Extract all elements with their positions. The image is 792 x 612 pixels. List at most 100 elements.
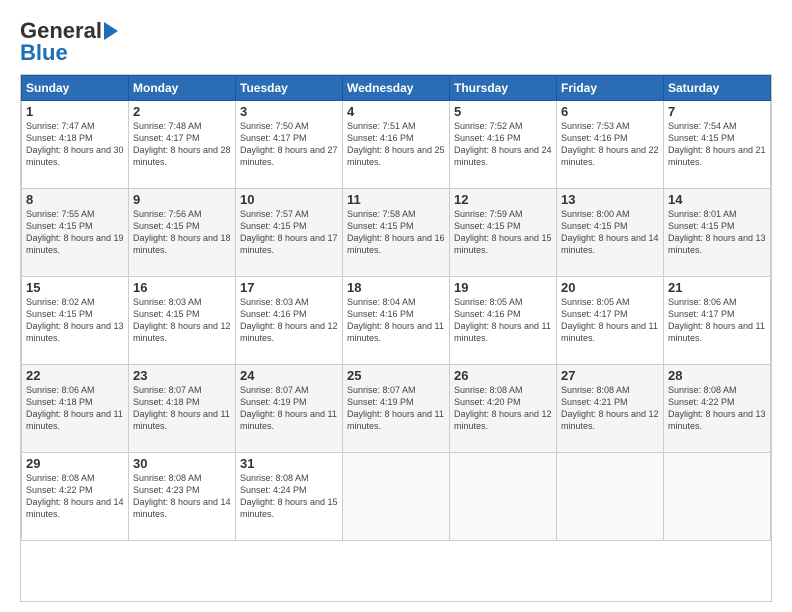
calendar-cell-8: 8 Sunrise: 7:55 AM Sunset: 4:15 PM Dayli… bbox=[22, 189, 129, 277]
calendar-cell-21: 21 Sunrise: 8:06 AM Sunset: 4:17 PM Dayl… bbox=[664, 277, 771, 365]
calendar-week-4: 22 Sunrise: 8:06 AM Sunset: 4:18 PM Dayl… bbox=[22, 365, 771, 453]
day-number: 22 bbox=[26, 368, 124, 383]
day-info: Sunrise: 7:58 AM Sunset: 4:15 PM Dayligh… bbox=[347, 208, 445, 257]
day-info: Sunrise: 7:50 AM Sunset: 4:17 PM Dayligh… bbox=[240, 120, 338, 169]
day-info: Sunrise: 8:06 AM Sunset: 4:17 PM Dayligh… bbox=[668, 296, 766, 345]
calendar-cell-26: 26 Sunrise: 8:08 AM Sunset: 4:20 PM Dayl… bbox=[450, 365, 557, 453]
day-number: 28 bbox=[668, 368, 766, 383]
day-info: Sunrise: 8:00 AM Sunset: 4:15 PM Dayligh… bbox=[561, 208, 659, 257]
day-number: 12 bbox=[454, 192, 552, 207]
logo-blue: Blue bbox=[20, 40, 68, 66]
day-number: 8 bbox=[26, 192, 124, 207]
calendar-cell-6: 6 Sunrise: 7:53 AM Sunset: 4:16 PM Dayli… bbox=[557, 101, 664, 189]
day-info: Sunrise: 8:04 AM Sunset: 4:16 PM Dayligh… bbox=[347, 296, 445, 345]
calendar-cell-3: 3 Sunrise: 7:50 AM Sunset: 4:17 PM Dayli… bbox=[236, 101, 343, 189]
calendar-cell-10: 10 Sunrise: 7:57 AM Sunset: 4:15 PM Dayl… bbox=[236, 189, 343, 277]
header-thursday: Thursday bbox=[450, 76, 557, 101]
calendar-week-5: 29 Sunrise: 8:08 AM Sunset: 4:22 PM Dayl… bbox=[22, 453, 771, 541]
calendar-cell-14: 14 Sunrise: 8:01 AM Sunset: 4:15 PM Dayl… bbox=[664, 189, 771, 277]
day-number: 31 bbox=[240, 456, 338, 471]
calendar-cell-23: 23 Sunrise: 8:07 AM Sunset: 4:18 PM Dayl… bbox=[129, 365, 236, 453]
day-info: Sunrise: 7:56 AM Sunset: 4:15 PM Dayligh… bbox=[133, 208, 231, 257]
calendar-cell-18: 18 Sunrise: 8:04 AM Sunset: 4:16 PM Dayl… bbox=[343, 277, 450, 365]
calendar-cell-7: 7 Sunrise: 7:54 AM Sunset: 4:15 PM Dayli… bbox=[664, 101, 771, 189]
day-number: 9 bbox=[133, 192, 231, 207]
logo: General Blue bbox=[20, 18, 118, 66]
empty-cell bbox=[343, 453, 450, 541]
day-number: 21 bbox=[668, 280, 766, 295]
header-monday: Monday bbox=[129, 76, 236, 101]
day-number: 7 bbox=[668, 104, 766, 119]
empty-cell bbox=[664, 453, 771, 541]
calendar-cell-1: 1 Sunrise: 7:47 AM Sunset: 4:18 PM Dayli… bbox=[22, 101, 129, 189]
day-number: 15 bbox=[26, 280, 124, 295]
day-info: Sunrise: 7:52 AM Sunset: 4:16 PM Dayligh… bbox=[454, 120, 552, 169]
day-number: 24 bbox=[240, 368, 338, 383]
calendar-cell-28: 28 Sunrise: 8:08 AM Sunset: 4:22 PM Dayl… bbox=[664, 365, 771, 453]
header-friday: Friday bbox=[557, 76, 664, 101]
calendar-cell-25: 25 Sunrise: 8:07 AM Sunset: 4:19 PM Dayl… bbox=[343, 365, 450, 453]
day-info: Sunrise: 7:54 AM Sunset: 4:15 PM Dayligh… bbox=[668, 120, 766, 169]
calendar-cell-4: 4 Sunrise: 7:51 AM Sunset: 4:16 PM Dayli… bbox=[343, 101, 450, 189]
day-number: 18 bbox=[347, 280, 445, 295]
calendar: Sunday Monday Tuesday Wednesday Thursday… bbox=[20, 74, 772, 602]
calendar-cell-12: 12 Sunrise: 7:59 AM Sunset: 4:15 PM Dayl… bbox=[450, 189, 557, 277]
header-saturday: Saturday bbox=[664, 76, 771, 101]
empty-cell bbox=[557, 453, 664, 541]
day-info: Sunrise: 8:05 AM Sunset: 4:17 PM Dayligh… bbox=[561, 296, 659, 345]
day-info: Sunrise: 8:08 AM Sunset: 4:24 PM Dayligh… bbox=[240, 472, 338, 521]
day-number: 6 bbox=[561, 104, 659, 119]
day-number: 30 bbox=[133, 456, 231, 471]
day-info: Sunrise: 7:51 AM Sunset: 4:16 PM Dayligh… bbox=[347, 120, 445, 169]
day-info: Sunrise: 7:48 AM Sunset: 4:17 PM Dayligh… bbox=[133, 120, 231, 169]
day-number: 11 bbox=[347, 192, 445, 207]
day-info: Sunrise: 7:59 AM Sunset: 4:15 PM Dayligh… bbox=[454, 208, 552, 257]
header: General Blue bbox=[20, 18, 772, 66]
day-info: Sunrise: 8:08 AM Sunset: 4:22 PM Dayligh… bbox=[26, 472, 124, 521]
day-info: Sunrise: 8:07 AM Sunset: 4:18 PM Dayligh… bbox=[133, 384, 231, 433]
day-number: 13 bbox=[561, 192, 659, 207]
calendar-cell-24: 24 Sunrise: 8:07 AM Sunset: 4:19 PM Dayl… bbox=[236, 365, 343, 453]
day-info: Sunrise: 8:01 AM Sunset: 4:15 PM Dayligh… bbox=[668, 208, 766, 257]
day-info: Sunrise: 8:08 AM Sunset: 4:21 PM Dayligh… bbox=[561, 384, 659, 433]
day-number: 4 bbox=[347, 104, 445, 119]
day-info: Sunrise: 8:05 AM Sunset: 4:16 PM Dayligh… bbox=[454, 296, 552, 345]
day-number: 10 bbox=[240, 192, 338, 207]
day-number: 26 bbox=[454, 368, 552, 383]
calendar-cell-30: 30 Sunrise: 8:08 AM Sunset: 4:23 PM Dayl… bbox=[129, 453, 236, 541]
calendar-cell-13: 13 Sunrise: 8:00 AM Sunset: 4:15 PM Dayl… bbox=[557, 189, 664, 277]
day-number: 17 bbox=[240, 280, 338, 295]
day-number: 3 bbox=[240, 104, 338, 119]
day-number: 23 bbox=[133, 368, 231, 383]
day-info: Sunrise: 7:55 AM Sunset: 4:15 PM Dayligh… bbox=[26, 208, 124, 257]
page: General Blue Sunday Monday Tuesday Wedne… bbox=[0, 0, 792, 612]
calendar-cell-27: 27 Sunrise: 8:08 AM Sunset: 4:21 PM Dayl… bbox=[557, 365, 664, 453]
day-number: 14 bbox=[668, 192, 766, 207]
calendar-cell-31: 31 Sunrise: 8:08 AM Sunset: 4:24 PM Dayl… bbox=[236, 453, 343, 541]
header-tuesday: Tuesday bbox=[236, 76, 343, 101]
day-number: 20 bbox=[561, 280, 659, 295]
day-number: 29 bbox=[26, 456, 124, 471]
day-info: Sunrise: 8:08 AM Sunset: 4:22 PM Dayligh… bbox=[668, 384, 766, 433]
calendar-cell-15: 15 Sunrise: 8:02 AM Sunset: 4:15 PM Dayl… bbox=[22, 277, 129, 365]
calendar-cell-22: 22 Sunrise: 8:06 AM Sunset: 4:18 PM Dayl… bbox=[22, 365, 129, 453]
calendar-cell-2: 2 Sunrise: 7:48 AM Sunset: 4:17 PM Dayli… bbox=[129, 101, 236, 189]
calendar-week-3: 15 Sunrise: 8:02 AM Sunset: 4:15 PM Dayl… bbox=[22, 277, 771, 365]
day-info: Sunrise: 7:57 AM Sunset: 4:15 PM Dayligh… bbox=[240, 208, 338, 257]
calendar-cell-20: 20 Sunrise: 8:05 AM Sunset: 4:17 PM Dayl… bbox=[557, 277, 664, 365]
day-number: 27 bbox=[561, 368, 659, 383]
day-number: 2 bbox=[133, 104, 231, 119]
empty-cell bbox=[450, 453, 557, 541]
header-wednesday: Wednesday bbox=[343, 76, 450, 101]
day-info: Sunrise: 8:07 AM Sunset: 4:19 PM Dayligh… bbox=[240, 384, 338, 433]
day-number: 5 bbox=[454, 104, 552, 119]
calendar-week-1: 1 Sunrise: 7:47 AM Sunset: 4:18 PM Dayli… bbox=[22, 101, 771, 189]
day-info: Sunrise: 8:08 AM Sunset: 4:23 PM Dayligh… bbox=[133, 472, 231, 521]
day-info: Sunrise: 8:08 AM Sunset: 4:20 PM Dayligh… bbox=[454, 384, 552, 433]
day-info: Sunrise: 8:07 AM Sunset: 4:19 PM Dayligh… bbox=[347, 384, 445, 433]
day-info: Sunrise: 8:03 AM Sunset: 4:15 PM Dayligh… bbox=[133, 296, 231, 345]
header-sunday: Sunday bbox=[22, 76, 129, 101]
calendar-cell-17: 17 Sunrise: 8:03 AM Sunset: 4:16 PM Dayl… bbox=[236, 277, 343, 365]
day-number: 1 bbox=[26, 104, 124, 119]
day-info: Sunrise: 8:02 AM Sunset: 4:15 PM Dayligh… bbox=[26, 296, 124, 345]
